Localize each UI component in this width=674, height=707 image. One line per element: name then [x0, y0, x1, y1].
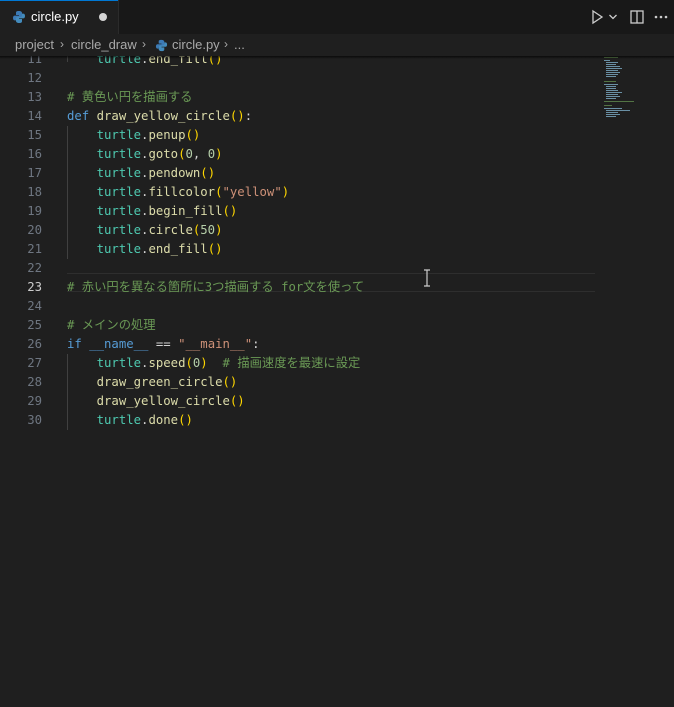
code-text: def draw_yellow_circle(): [67, 109, 253, 123]
code-line[interactable]: 12 [0, 69, 674, 88]
code-line[interactable]: 23 # 赤い円を異なる箇所に3つ描画する for文を使って [0, 278, 674, 297]
code-text: # 黄色い円を描画する [67, 90, 193, 104]
line-number: 13 [27, 90, 42, 104]
run-play-icon[interactable] [588, 8, 606, 26]
minimap[interactable] [602, 56, 662, 126]
chevron-right-icon: › [224, 37, 228, 51]
line-number: 30 [27, 413, 42, 427]
tab-circle-py[interactable]: circle.py [0, 0, 119, 34]
code-line[interactable]: 16 turtle.goto(0, 0) [0, 145, 674, 164]
line-number: 29 [27, 394, 42, 408]
code-text: turtle.begin_fill() [96, 204, 238, 218]
line-number: 28 [27, 375, 42, 389]
code-line[interactable]: 15 turtle.penup() [0, 126, 674, 145]
breadcrumb-folder[interactable]: circle_draw [71, 37, 137, 52]
line-number: 16 [27, 147, 42, 161]
line-number: 26 [27, 337, 42, 351]
text-cursor-icon [424, 269, 430, 287]
code-line[interactable]: 14 def draw_yellow_circle(): [0, 107, 674, 126]
breadcrumb-symbol[interactable]: ... [234, 37, 245, 52]
line-number: 27 [27, 356, 42, 370]
chevron-right-icon: › [60, 37, 64, 51]
split-editor-icon[interactable] [628, 8, 646, 26]
code-text: turtle.end_fill() [96, 242, 223, 256]
line-number: 17 [27, 166, 42, 180]
editor-tab-bar: circle.py [0, 0, 674, 34]
code-editor[interactable]: 11 turtle.end_fill() 12 13 # 黄色い円を描画する 14 def… [0, 56, 674, 707]
code-line[interactable]: 13 # 黄色い円を描画する [0, 88, 674, 107]
code-line[interactable]: 25 # メインの処理 [0, 316, 674, 335]
chevron-right-icon: › [142, 37, 146, 51]
line-number: 21 [27, 242, 42, 256]
breadcrumb-file[interactable]: circle.py [172, 37, 220, 52]
code-text: turtle.circle(50) [96, 223, 223, 237]
code-line[interactable]: 22 [0, 259, 674, 278]
more-actions-icon[interactable] [652, 8, 670, 26]
code-text: draw_yellow_circle() [96, 394, 245, 408]
code-text: turtle.pendown() [96, 166, 216, 180]
python-file-icon [13, 11, 25, 23]
unsaved-dot-icon[interactable] [99, 13, 107, 21]
tab-label: circle.py [31, 9, 79, 24]
code-line[interactable]: 30 turtle.done() [0, 411, 674, 430]
line-number: 22 [27, 261, 42, 275]
code-line[interactable]: 24 [0, 297, 674, 316]
code-line[interactable]: 28 draw_green_circle() [0, 373, 674, 392]
code-text: turtle.fillcolor("yellow") [96, 185, 290, 199]
line-number: 12 [27, 71, 42, 85]
line-number: 14 [27, 109, 42, 123]
line-number: 20 [27, 223, 42, 237]
code-text: draw_green_circle() [96, 375, 238, 389]
line-number: 23 [27, 280, 42, 294]
code-line[interactable]: 19 turtle.begin_fill() [0, 202, 674, 221]
code-line[interactable]: 17 turtle.pendown() [0, 164, 674, 183]
line-number: 18 [27, 185, 42, 199]
python-file-icon [155, 39, 168, 52]
code-line[interactable]: 21 turtle.end_fill() [0, 240, 674, 259]
code-text: if __name__ == "__main__": [67, 337, 260, 351]
code-text: turtle.speed(0) # 描画速度を最速に設定 [96, 356, 361, 370]
code-text: turtle.done() [96, 413, 193, 427]
breadcrumb-project[interactable]: project [15, 37, 54, 52]
code-text: # メインの処理 [67, 318, 156, 332]
code-line[interactable]: 26 if __name__ == "__main__": [0, 335, 674, 354]
code-text: turtle.penup() [96, 128, 201, 142]
chevron-down-icon[interactable] [608, 8, 618, 26]
code-line[interactable]: 20 turtle.circle(50) [0, 221, 674, 240]
line-number: 19 [27, 204, 42, 218]
line-number: 24 [27, 299, 42, 313]
vertical-scrollbar[interactable] [664, 56, 674, 707]
line-number: 25 [27, 318, 42, 332]
line-number: 15 [27, 128, 42, 142]
code-text: turtle.goto(0, 0) [96, 147, 223, 161]
breadcrumb: project › circle_draw › circle.py › ... [0, 34, 674, 56]
code-line[interactable]: 27 turtle.speed(0) # 描画速度を最速に設定 [0, 354, 674, 373]
code-text: # 赤い円を異なる箇所に3つ描画する for文を使って [67, 280, 365, 294]
code-line[interactable]: 29 draw_yellow_circle() [0, 392, 674, 411]
code-line[interactable]: 18 turtle.fillcolor("yellow") [0, 183, 674, 202]
scroll-shadow [0, 56, 674, 59]
active-tab-indicator [0, 0, 118, 1]
